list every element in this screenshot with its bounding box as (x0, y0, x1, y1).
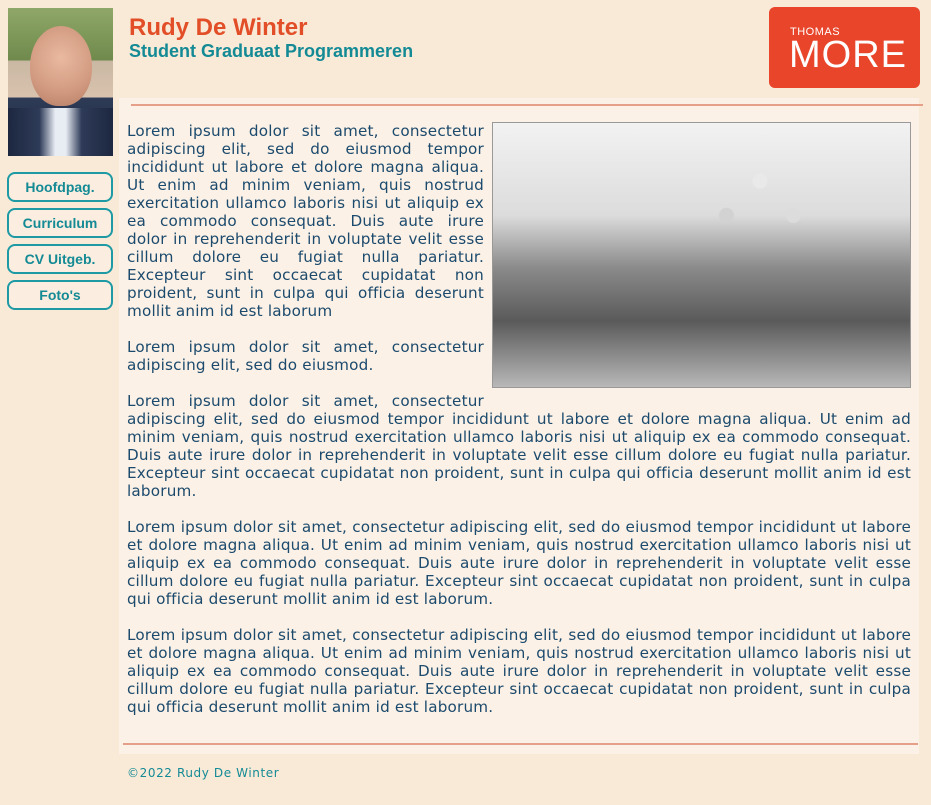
top-divider (131, 104, 923, 106)
nav-button-curriculum[interactable]: Curriculum (7, 208, 113, 238)
content-scroll-area[interactable]: Lorem ipsum dolor sit amet, consectetur … (127, 122, 911, 728)
page-title: Rudy De Winter (129, 14, 308, 41)
atomium-photo (492, 122, 911, 388)
main-content: Lorem ipsum dolor sit amet, consectetur … (119, 98, 923, 754)
thomas-more-logo: THOMAS MORE (769, 7, 920, 88)
profile-photo-face (30, 26, 92, 106)
profile-photo (8, 8, 113, 156)
bottom-divider (123, 743, 918, 745)
paragraph-3: Lorem ipsum dolor sit amet, consectetur … (127, 392, 911, 500)
nav-button-cv-uitgebreid[interactable]: CV Uitgeb. (7, 244, 113, 274)
paragraph-4: Lorem ipsum dolor sit amet, consectetur … (127, 518, 911, 608)
footer-copyright: ©2022 Rudy De Winter (127, 766, 280, 780)
logo-main-text: MORE (789, 34, 907, 76)
sidebar-nav: Hoofdpag. Curriculum CV Uitgeb. Foto's (7, 172, 113, 316)
nav-button-fotos[interactable]: Foto's (7, 280, 113, 310)
nav-button-hoofdpagina[interactable]: Hoofdpag. (7, 172, 113, 202)
paragraph-5: Lorem ipsum dolor sit amet, consectetur … (127, 626, 911, 716)
page-subtitle: Student Graduaat Programmeren (129, 41, 414, 61)
profile-photo-shirt (8, 108, 113, 156)
